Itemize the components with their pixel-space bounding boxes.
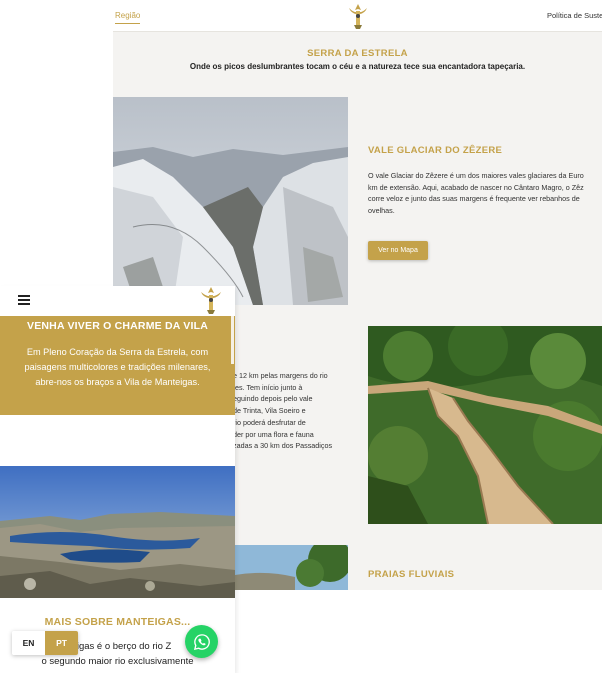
hamburger-menu-icon[interactable] (18, 295, 30, 305)
manteigas-logo[interactable] (198, 286, 224, 315)
ver-no-mapa-button[interactable]: Ver no Mapa (368, 241, 428, 260)
section-title-praias: PRAIAS FLUVIAIS (368, 569, 455, 580)
passadicos-image (368, 326, 602, 524)
section-text-vale: O vale Glaciar do Zêzere é um dos maiore… (368, 171, 584, 216)
charme-title: VENHA VIVER O CHARME DA VILA (26, 320, 208, 332)
lang-pt-button[interactable]: PT (45, 631, 78, 655)
nav-link-regiao[interactable]: Região (115, 11, 141, 24)
mobile-page: VENHA VIVER O CHARME DA VILA Em Pleno Co… (0, 286, 235, 673)
section-title-vale: VALE GLACIAR DO ZÊZERE (368, 145, 503, 156)
charme-banner: VENHA VIVER O CHARME DA VILA Em Pleno Co… (0, 316, 235, 415)
whatsapp-button[interactable] (185, 625, 218, 658)
whatsapp-icon (193, 633, 210, 650)
charme-text: Em Pleno Coração da Serra da Estrela, co… (24, 347, 211, 387)
section-title-serra: SERRA DA ESTRELA (307, 48, 408, 59)
section-subtitle-serra: Onde os picos deslumbrantes tocam o céu … (189, 62, 526, 71)
section-text-passadicos: e 12 km pelas margens do rio tes. Tem in… (233, 371, 333, 451)
lang-en-button[interactable]: EN (12, 631, 45, 655)
language-switcher: EN PT (12, 631, 78, 655)
vale-glaciar-image (113, 97, 348, 305)
mobile-header (0, 286, 235, 316)
lagoa-image (0, 466, 235, 598)
desktop-header: Região Política de Suste (113, 0, 602, 32)
praias-image (235, 545, 348, 590)
scrollbar[interactable] (231, 316, 234, 364)
manteigas-logo[interactable] (345, 2, 371, 30)
nav-link-politica[interactable]: Política de Suste (547, 11, 602, 20)
